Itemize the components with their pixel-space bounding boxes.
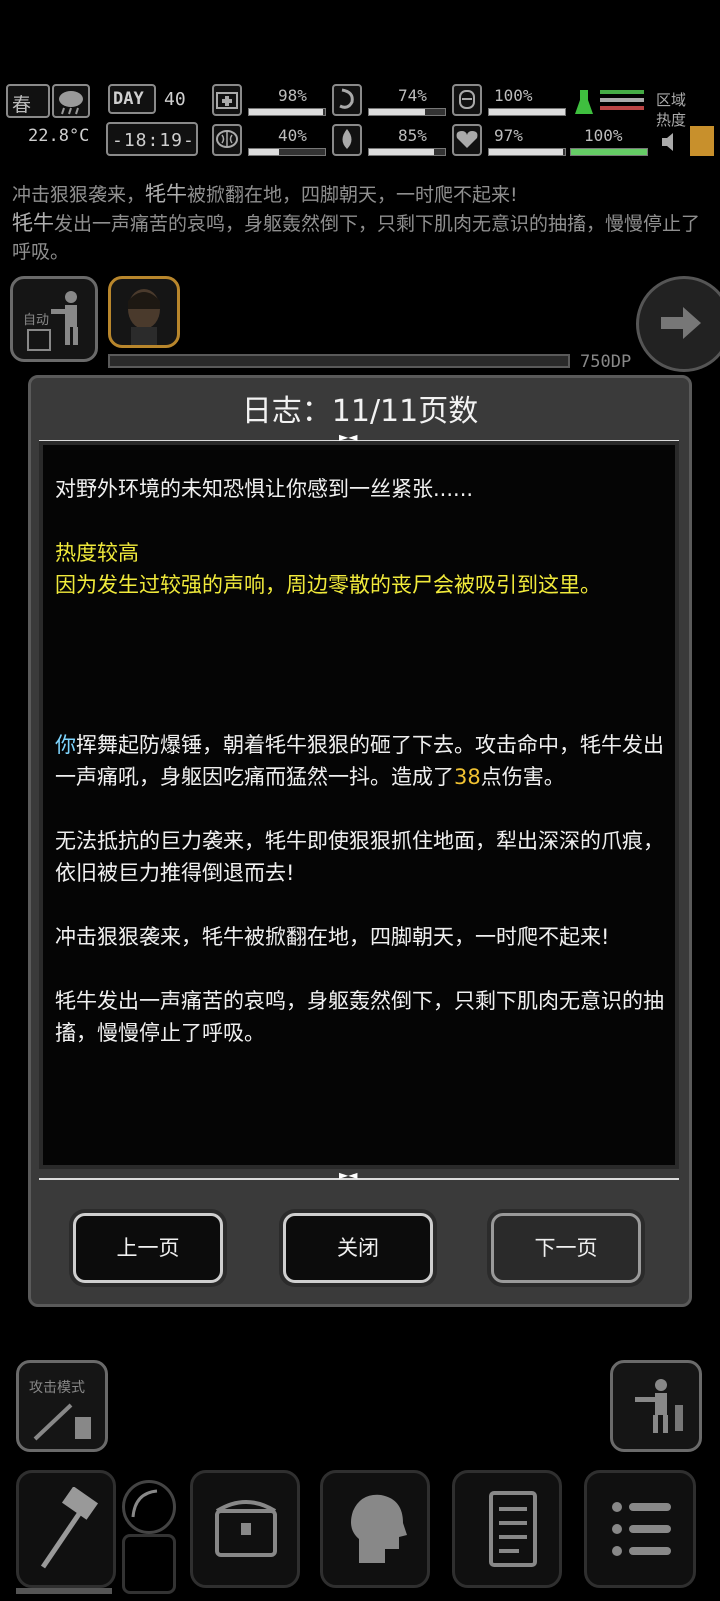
health-value: 98% (278, 86, 307, 105)
melee-icon (33, 1403, 91, 1441)
sanity-bar (248, 148, 326, 156)
flask-icon (574, 88, 594, 118)
log-entry-heat: 热度较高 因为发生过较强的声响，周边零散的丧尸会被吸引到这里。 (55, 537, 675, 601)
brain-icon (212, 124, 242, 156)
log-dialog: 日志：11/11页数 ►◄ 对野外环境的未知恐惧让你感到一丝紧张...... 热… (28, 375, 692, 1307)
background-log-line-2: 牦牛发出一声痛苦的哀鸣，身躯轰然倒下，只剩下肌肉无意识的抽搐，慢慢停止了呼吸。 (12, 209, 712, 266)
weather-icon (52, 84, 90, 118)
prev-page-button[interactable]: 上一页 (73, 1213, 223, 1283)
heat-text: 因为发生过较强的声响，周边零散的丧尸会被吸引到这里。 (55, 573, 601, 597)
swap-weapon-button[interactable] (122, 1480, 176, 1534)
medkit-icon (212, 84, 242, 116)
day-label: DAY (113, 89, 144, 109)
action-progress-bar (108, 354, 570, 368)
next-page-button[interactable]: 下一页 (491, 1213, 641, 1283)
stamina-icon (452, 84, 482, 116)
log-text: 对野外环境的未知恐惧让你感到一丝紧张...... 热度较高 因为发生过较强的声响… (55, 473, 675, 1081)
thirst-value: 85% (398, 126, 427, 145)
head-brain-icon (351, 1494, 407, 1563)
menu-button[interactable] (584, 1470, 696, 1588)
background-log: 冲击狠狠袭来，牦牛被掀翻在地，四脚朝天，一时爬不起来! 牦牛发出一声痛苦的哀鸣，… (12, 180, 712, 266)
bg-line1-pre: 冲击狠狠袭来， (12, 184, 146, 206)
journal-button[interactable] (452, 1470, 562, 1588)
water-drop-icon (332, 124, 362, 156)
temperature-box: 22.8°C (6, 122, 90, 156)
auto-attack-button[interactable]: 自动 (10, 276, 98, 362)
hunger-value: 74% (398, 86, 427, 105)
auto-label: 自动 (23, 313, 50, 328)
hunger-bar (368, 108, 446, 116)
inventory-button[interactable] (190, 1470, 300, 1588)
heart-bar (488, 148, 566, 156)
next-turn-button[interactable] (636, 276, 720, 372)
thirst-bar (368, 148, 446, 156)
toxicity-meter (600, 90, 644, 116)
divider-arrows-bottom: ►◄ (339, 1168, 358, 1182)
log-entry-attack: 你挥舞起防爆锤，朝着牦牛狠狠的砸了下去。攻击命中，牦牛发出一声痛吼，身躯因吃痛而… (55, 729, 675, 793)
flee-button[interactable] (610, 1360, 702, 1452)
stamina-value: 100% (494, 86, 533, 105)
day-number: 40 (164, 89, 186, 110)
attack-text: 挥舞起防爆锤，朝着牦牛狠狠的砸了下去。攻击命中，牦牛发出一声痛吼，身躯因吃痛而猛… (55, 733, 664, 789)
bg-line1-post: 被掀翻在地，四脚朝天，一时爬不起来! (187, 184, 518, 206)
log-content-panel: 对野外环境的未知恐惧让你感到一丝紧张...... 热度较高 因为发生过较强的声响… (39, 441, 679, 1169)
character-avatar[interactable] (108, 276, 180, 348)
menu-list-icon (612, 1502, 671, 1556)
season-label: 春 (12, 94, 32, 116)
attack-subject: 你 (55, 733, 76, 757)
season-indicator: 春 (6, 84, 50, 118)
bottom-divider (39, 1178, 679, 1180)
energy-value: 100% (584, 126, 623, 145)
log-entry-5: 冲击狠狠袭来，牦牛被掀翻在地，四脚朝天，一时爬不起来! (55, 925, 610, 949)
weapon-slot[interactable] (16, 1470, 116, 1588)
status-bar: 春 22.8°C DAY 40 -18:19- 98% 74% 100% 40%… (0, 80, 720, 162)
background-log-line-1: 冲击狠狠袭来，牦牛被掀翻在地，四脚朝天，一时爬不起来! (12, 180, 712, 209)
area-heat-label: 区域热度 (656, 91, 687, 129)
clock-time: -18:19- (112, 130, 195, 151)
chest-icon (215, 1500, 277, 1557)
attack-mode-label: 攻击模式 (29, 1380, 85, 1396)
notebook-icon (489, 1491, 537, 1567)
dialog-title: 日志：11/11页数 (241, 394, 479, 429)
hammer-icon (40, 1487, 99, 1569)
log-entry-1: 对野外环境的未知恐惧让你感到一丝紧张...... (55, 477, 474, 501)
skills-button[interactable] (320, 1470, 430, 1588)
day-badge: DAY (108, 84, 156, 114)
heart-icon (452, 124, 482, 156)
sickle-icon (131, 1489, 158, 1518)
arrow-right-icon (661, 307, 701, 339)
attack-suffix: 点伤害。 (480, 765, 565, 789)
stomach-icon (332, 84, 362, 116)
clock: -18:19- (106, 122, 198, 156)
temperature-value: 22.8°C (28, 126, 90, 146)
weapon-durability-bar (16, 1588, 112, 1594)
log-entry-4: 无法抵抗的巨力袭来，牦牛即使狠狠抓住地面，犁出深深的爪痕，依旧被巨力推得倒退而去… (55, 829, 664, 885)
log-entry-6: 牦牛发出一声痛苦的哀鸣，身躯轰然倒下，只剩下肌肉无意识的抽搐，慢慢停止了呼吸。 (55, 989, 664, 1045)
energy-bar (570, 148, 648, 156)
health-bar (248, 108, 326, 116)
stamina-bar (488, 108, 566, 116)
log-spacer (55, 633, 675, 697)
offhand-slot[interactable] (122, 1534, 176, 1594)
attack-mode-button[interactable]: 攻击模式 (16, 1360, 108, 1452)
play-icon (27, 329, 51, 351)
heat-title: 热度较高 (55, 541, 139, 565)
heart-value: 97% (494, 126, 523, 145)
bg-line2-post: 发出一声痛苦的哀鸣，身躯轰然倒下，只剩下肌肉无意识的抽搐，慢慢停止了呼吸。 (12, 213, 701, 263)
sound-icon[interactable] (660, 130, 680, 154)
attack-damage: 38 (454, 765, 481, 789)
shooter-icon (51, 291, 78, 345)
points-value: 750DP (580, 352, 632, 372)
bg-line1-name: 牦牛 (145, 182, 188, 206)
area-heat-meter (690, 126, 714, 156)
bg-line2-name: 牦牛 (12, 211, 54, 235)
sanity-value: 40% (278, 126, 307, 145)
running-man-icon (635, 1379, 683, 1433)
close-button[interactable]: 关闭 (283, 1213, 433, 1283)
